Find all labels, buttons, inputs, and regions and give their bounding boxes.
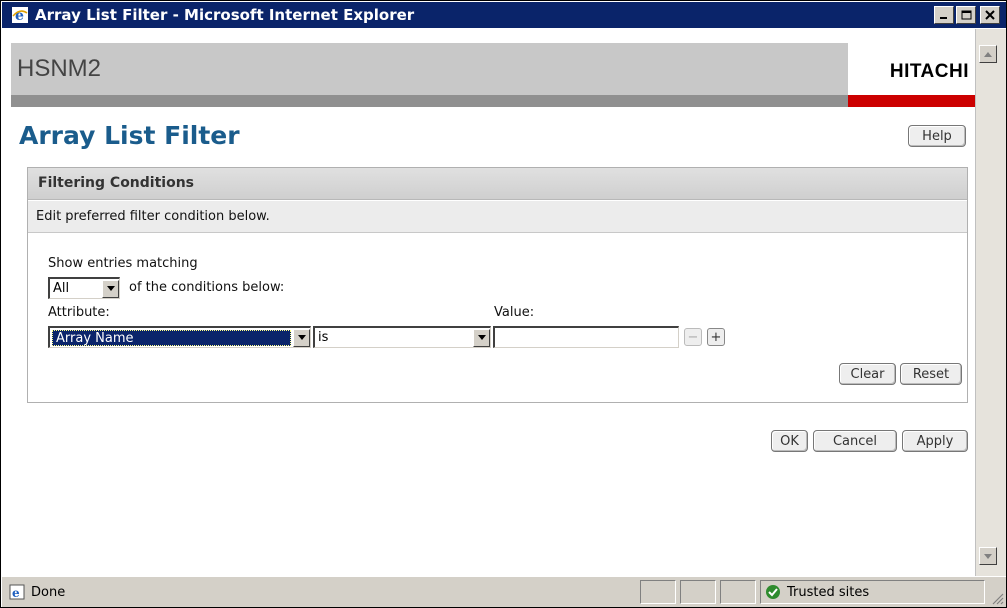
svg-text:e: e (12, 586, 20, 600)
security-zone: Trusted sites (760, 580, 985, 604)
chevron-up-icon (984, 51, 992, 57)
hitachi-logo: HITACHI (889, 61, 969, 82)
attribute-select-value: Array Name (52, 329, 291, 346)
scroll-down-button[interactable] (979, 547, 997, 565)
apply-button[interactable]: Apply (902, 430, 968, 452)
trusted-check-icon (765, 584, 781, 600)
product-name: HSNM2 (17, 55, 102, 82)
operator-select[interactable]: is (313, 326, 491, 348)
match-select[interactable]: All (48, 277, 120, 299)
title-bar: e Array List Filter - Microsoft Internet… (2, 2, 1006, 28)
close-icon (985, 10, 995, 20)
match-suffix-label: of the conditions below: (129, 280, 285, 295)
chevron-down-icon[interactable] (102, 279, 119, 298)
browser-window: e Array List Filter - Microsoft Internet… (0, 0, 1007, 608)
page-content: HSNM2 HITACHI Array List Filter Help Fil… (11, 29, 975, 576)
header-red-bar (848, 95, 975, 107)
page-title: Array List Filter (19, 121, 240, 150)
value-label: Value: (494, 305, 535, 320)
close-button[interactable] (980, 6, 1000, 24)
status-text: Done (31, 584, 66, 600)
panel-instruction: Edit preferred filter condition below. (36, 209, 270, 224)
chevron-down-icon (984, 553, 992, 559)
remove-condition-button[interactable]: − (684, 328, 702, 346)
show-entries-label: Show entries matching (48, 256, 198, 271)
page-icon: e (9, 584, 25, 600)
vertical-scrollbar[interactable] (975, 29, 1006, 576)
scroll-up-button[interactable] (979, 45, 997, 63)
value-input[interactable] (493, 326, 679, 348)
filter-panel: Filtering Conditions Edit preferred filt… (27, 167, 968, 403)
attribute-select[interactable]: Array Name (48, 326, 311, 348)
resize-grip-icon[interactable] (990, 591, 1004, 605)
add-condition-button[interactable]: + (707, 328, 725, 346)
svg-text:e: e (15, 8, 24, 23)
minimize-icon (940, 17, 947, 19)
status-text-cell: e Done (5, 580, 632, 604)
reset-button[interactable]: Reset (900, 363, 962, 385)
ie-icon: e (11, 6, 29, 24)
panel-instruction-row: Edit preferred filter condition below. (28, 201, 967, 233)
window-controls (934, 6, 1000, 24)
status-pane (640, 580, 676, 604)
status-bar: e Done Trusted sites (2, 576, 1006, 607)
operator-select-value: is (318, 330, 329, 345)
clear-button[interactable]: Clear (839, 363, 896, 385)
brand-header: HSNM2 HITACHI (11, 43, 975, 95)
status-pane (680, 580, 716, 604)
help-button[interactable]: Help (908, 125, 966, 147)
ok-button[interactable]: OK (771, 430, 808, 452)
zone-text: Trusted sites (787, 584, 870, 600)
minimize-button[interactable] (934, 6, 954, 24)
chevron-down-icon[interactable] (473, 328, 490, 347)
panel-header: Filtering Conditions (28, 168, 967, 200)
cancel-button[interactable]: Cancel (813, 430, 897, 452)
match-select-value: All (53, 281, 70, 296)
chevron-down-icon[interactable] (293, 328, 310, 347)
panel-title: Filtering Conditions (38, 175, 195, 191)
header-gray-bar (11, 95, 848, 107)
window-title: Array List Filter - Microsoft Internet E… (35, 6, 415, 24)
maximize-icon (961, 10, 971, 20)
maximize-button[interactable] (956, 6, 976, 24)
logo-area: HITACHI (848, 43, 975, 95)
status-pane (720, 580, 756, 604)
attribute-label: Attribute: (48, 305, 110, 320)
